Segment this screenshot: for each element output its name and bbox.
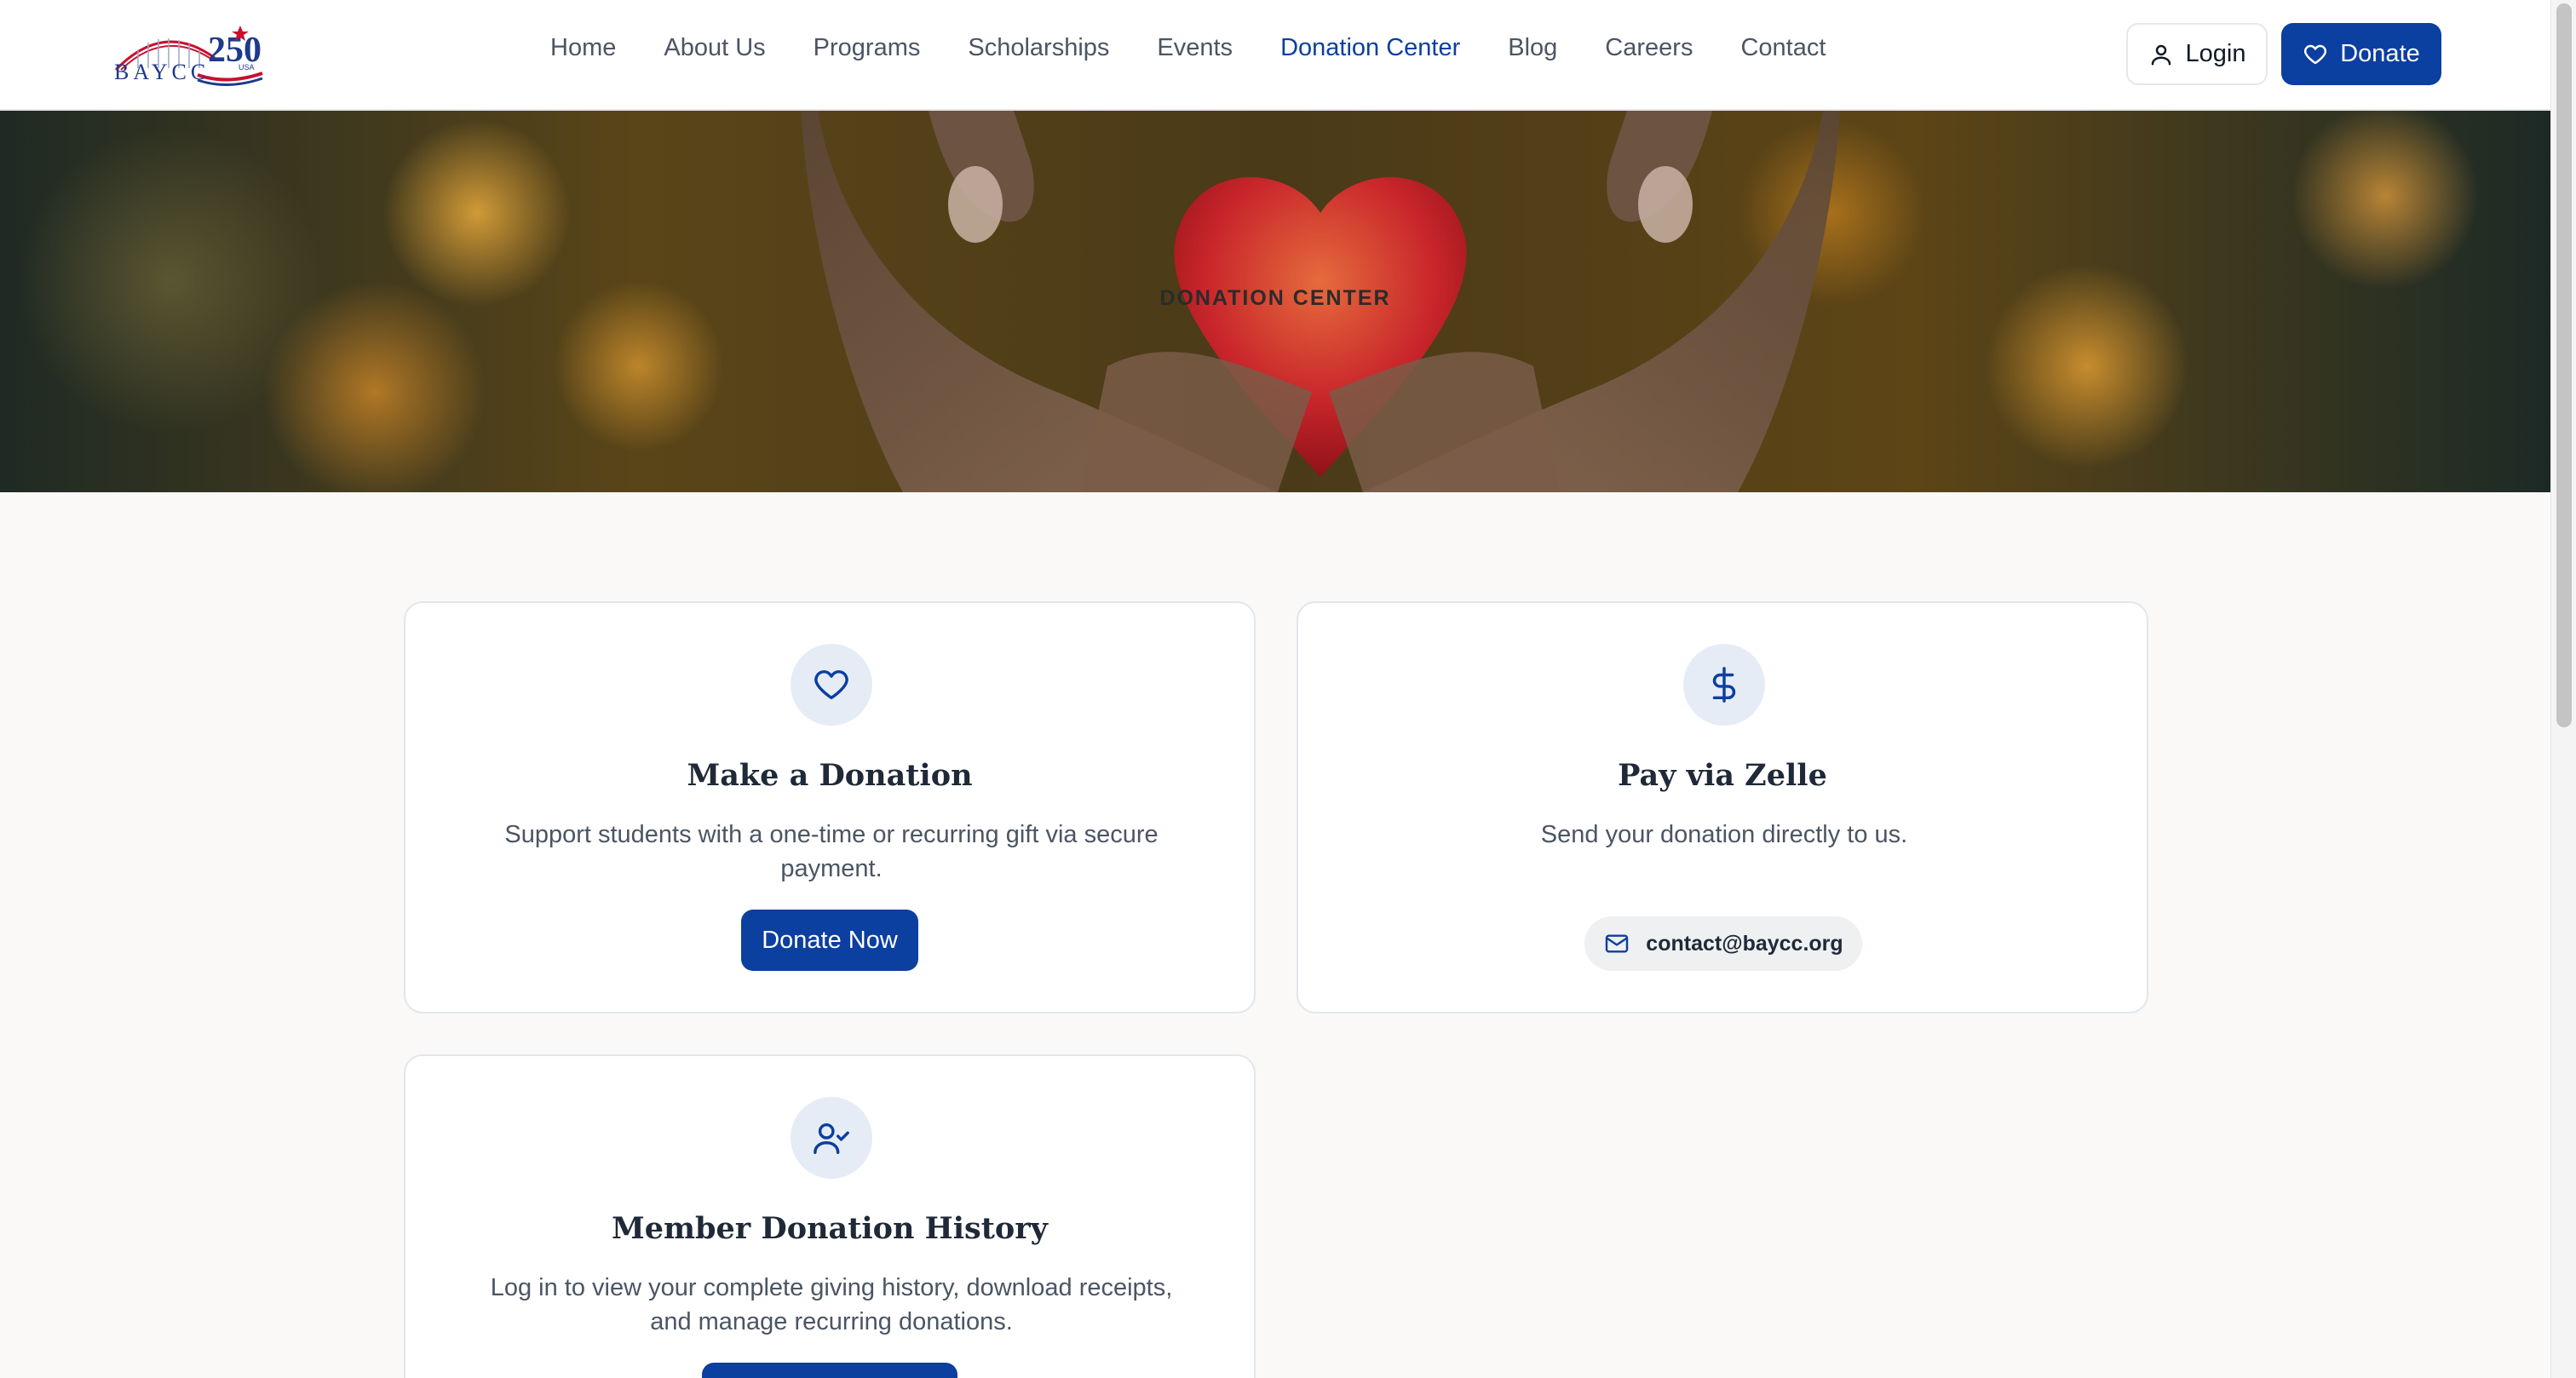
site-header: 250 USA BAYCC Home About Us Programs Sch… — [0, 0, 2550, 111]
donate-now-button[interactable]: Donate Now — [741, 910, 918, 971]
donate-label: Donate — [2340, 40, 2420, 67]
donation-card-description: Support students with a one-time or recu… — [504, 821, 1159, 882]
zelle-card-title: Pay via Zelle — [1618, 758, 1827, 793]
scrollbar-thumb[interactable] — [2556, 3, 2572, 727]
login-button[interactable]: Login — [2126, 23, 2268, 85]
header-donate-button[interactable]: Donate — [2281, 23, 2441, 85]
dollar-icon — [1683, 644, 1765, 726]
baycc-logo[interactable]: 250 USA BAYCC — [112, 24, 264, 89]
nav-donation-center[interactable]: Donation Center — [1280, 34, 1460, 62]
nav-about-us[interactable]: About Us — [664, 34, 765, 62]
donation-card: Make a Donation Support students with a … — [404, 601, 1256, 1013]
nav-contact[interactable]: Contact — [1740, 34, 1826, 62]
mail-icon — [1606, 934, 1629, 953]
heart-icon — [2303, 42, 2328, 67]
login-label: Login — [2185, 40, 2246, 67]
history-card-title: Member Donation History — [611, 1211, 1049, 1246]
history-card-description: Log in to view your complete giving hist… — [490, 1274, 1173, 1335]
nav-careers[interactable]: Careers — [1605, 34, 1693, 62]
nav-events[interactable]: Events — [1157, 34, 1233, 62]
logo-badge: USA — [239, 63, 255, 72]
user-icon — [2148, 42, 2174, 67]
nav-programs[interactable]: Programs — [814, 34, 921, 62]
nav-home[interactable]: Home — [550, 34, 616, 62]
nav-scholarships[interactable]: Scholarships — [968, 34, 1109, 62]
heart-icon — [791, 644, 872, 726]
zelle-email-chip[interactable]: contact@baycc.org — [1584, 916, 1862, 971]
logo-text: BAYCC — [114, 60, 210, 84]
history-login-button[interactable] — [702, 1363, 957, 1378]
zelle-card: Pay via Zelle Send your donation directl… — [1297, 601, 2148, 1013]
donation-history-card: Member Donation History Log in to view y… — [404, 1054, 1256, 1378]
page-scrollbar[interactable] — [2550, 0, 2576, 1378]
zelle-card-description: Send your donation directly to us. — [1540, 821, 1908, 848]
nav-blog[interactable]: Blog — [1508, 34, 1557, 62]
hero-title: DONATION CENTER — [1159, 286, 1391, 310]
main-nav: Home About Us Programs Scholarships Even… — [550, 34, 1826, 62]
hero-banner: DONATION CENTER — [0, 111, 2550, 492]
user-check-icon — [791, 1097, 872, 1179]
donation-card-title: Make a Donation — [687, 758, 973, 793]
zelle-email: contact@baycc.org — [1646, 931, 1843, 956]
